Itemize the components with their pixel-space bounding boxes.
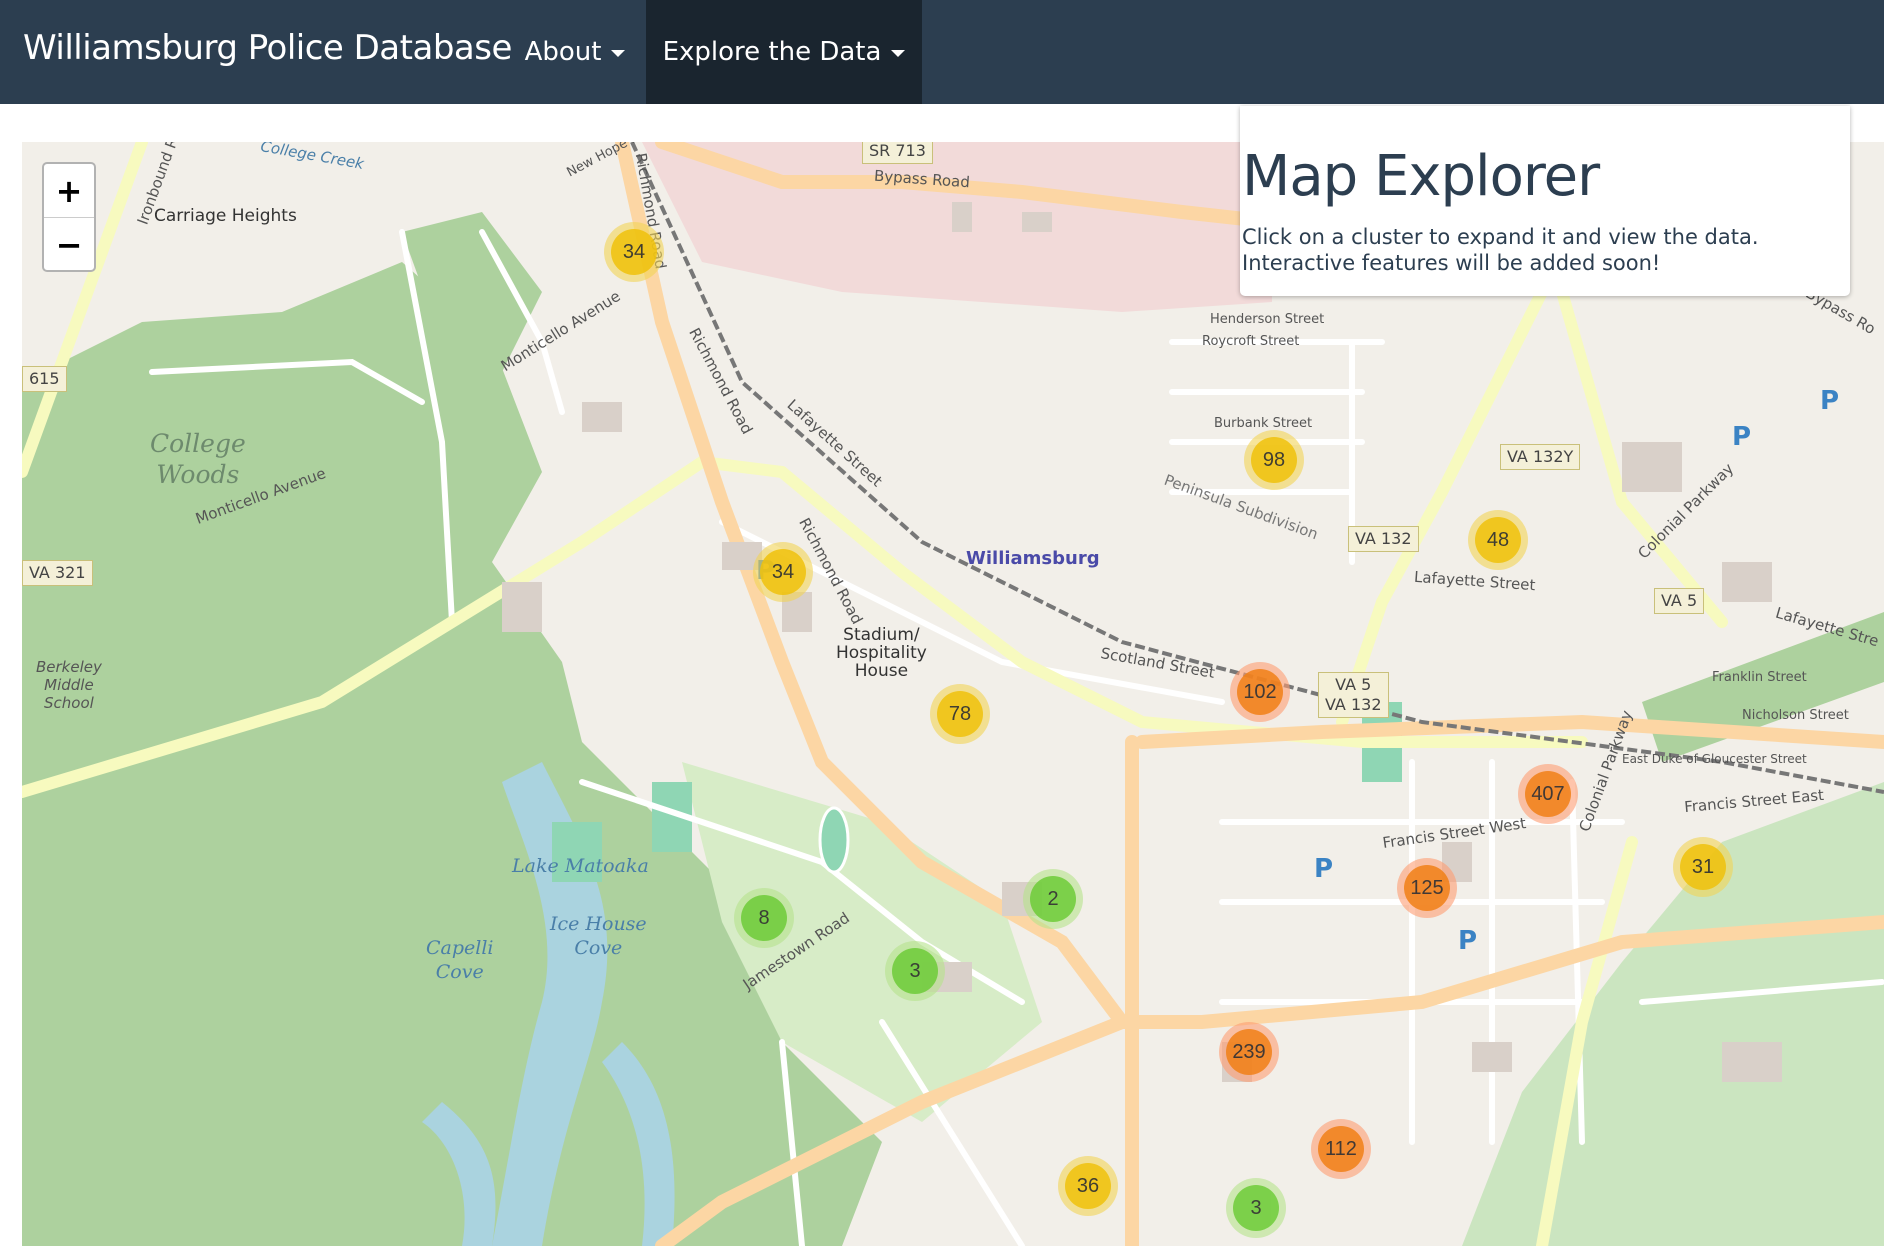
- shield-va321: VA 321: [22, 560, 93, 586]
- marker-cluster[interactable]: 2: [1023, 869, 1083, 929]
- shield-va132y: VA 132Y: [1500, 444, 1581, 470]
- cluster-count: 31: [1680, 844, 1726, 890]
- marker-cluster[interactable]: 239: [1219, 1022, 1279, 1082]
- label-stadium: Stadium/ Hospitality House: [836, 625, 927, 681]
- label-henderson: Henderson Street: [1210, 312, 1325, 327]
- label-berkeley-school: Berkeley Middle School: [36, 658, 102, 712]
- caret-down-icon: [891, 50, 906, 57]
- label-carriage-heights: Carriage Heights: [154, 206, 297, 226]
- brand-title[interactable]: Williamsburg Police Database: [23, 28, 512, 68]
- navbar: Williamsburg Police Database About Explo…: [0, 0, 1884, 104]
- parking-icon: P: [1820, 386, 1840, 416]
- marker-cluster[interactable]: 34: [753, 542, 813, 602]
- cluster-count: 3: [1233, 1185, 1279, 1231]
- parking-icon: P: [1314, 854, 1334, 884]
- shield-615: 615: [22, 366, 67, 392]
- cluster-count: 239: [1226, 1029, 1272, 1075]
- marker-cluster[interactable]: 31: [1673, 837, 1733, 897]
- parking-icon: P: [1732, 422, 1752, 452]
- shield-va5: VA 5: [1654, 588, 1705, 614]
- marker-cluster[interactable]: 3: [1226, 1178, 1286, 1238]
- nav-about-label: About: [524, 37, 602, 67]
- label-duke-of-gloucester: East Duke of Gloucester Street: [1622, 752, 1807, 766]
- cluster-count: 8: [741, 895, 787, 941]
- label-lake-matoaka: Lake Matoaka: [512, 855, 649, 877]
- marker-cluster[interactable]: 78: [930, 684, 990, 744]
- caret-down-icon: [611, 50, 626, 57]
- label-burbank: Burbank Street: [1214, 416, 1313, 431]
- marker-cluster[interactable]: 48: [1468, 510, 1528, 570]
- info-panel: Map Explorer Click on a cluster to expan…: [1240, 106, 1850, 296]
- cluster-count: 407: [1525, 771, 1571, 817]
- cluster-count: 3: [892, 948, 938, 994]
- shield-va132: VA 132: [1348, 526, 1419, 552]
- info-text: Click on a cluster to expand it and view…: [1242, 225, 1759, 275]
- marker-cluster[interactable]: 125: [1397, 858, 1457, 918]
- marker-cluster[interactable]: 112: [1311, 1119, 1371, 1179]
- label-franklin: Franklin Street: [1712, 670, 1807, 685]
- zoom-in-button[interactable]: +: [44, 164, 94, 218]
- shield-sr713: SR 713: [862, 142, 933, 164]
- cluster-count: 2: [1030, 876, 1076, 922]
- zoom-out-button[interactable]: −: [44, 218, 94, 271]
- cluster-count: 125: [1404, 865, 1450, 911]
- map-canvas[interactable]: College Woods Lake Matoaka Ice House Cov…: [22, 142, 1884, 1246]
- cluster-count: 102: [1237, 669, 1283, 715]
- shield-va5-va132: VA 5 VA 132: [1318, 672, 1389, 718]
- marker-cluster[interactable]: 98: [1244, 430, 1304, 490]
- marker-cluster[interactable]: 3: [885, 941, 945, 1001]
- nav-about-dropdown[interactable]: About: [506, 0, 644, 104]
- info-title: Map Explorer: [1242, 144, 1600, 209]
- nav-explore-label: Explore the Data: [662, 37, 882, 67]
- cluster-count: 112: [1318, 1126, 1364, 1172]
- cluster-count: 98: [1251, 437, 1297, 483]
- zoom-control: + −: [42, 162, 96, 272]
- marker-cluster[interactable]: 34: [604, 222, 664, 282]
- cluster-count: 78: [937, 691, 983, 737]
- marker-cluster[interactable]: 8: [734, 888, 794, 948]
- marker-cluster[interactable]: 102: [1230, 662, 1290, 722]
- label-ice-house-cove: Ice House Cove: [550, 913, 647, 959]
- cluster-count: 48: [1475, 517, 1521, 563]
- marker-cluster[interactable]: 36: [1058, 1156, 1118, 1216]
- cluster-count: 36: [1065, 1163, 1111, 1209]
- cluster-count: 34: [760, 549, 806, 595]
- nav-explore-dropdown[interactable]: Explore the Data: [646, 0, 922, 104]
- parking-icon: P: [1458, 926, 1478, 956]
- label-roycroft: Roycroft Street: [1202, 334, 1300, 349]
- marker-cluster[interactable]: 407: [1518, 764, 1578, 824]
- label-nicholson: Nicholson Street: [1742, 708, 1849, 723]
- cluster-count: 34: [611, 229, 657, 275]
- label-college-woods: College Woods: [150, 429, 246, 489]
- label-williamsburg: Williamsburg: [966, 548, 1100, 569]
- label-capelli-cove: Capelli Cove: [426, 937, 494, 983]
